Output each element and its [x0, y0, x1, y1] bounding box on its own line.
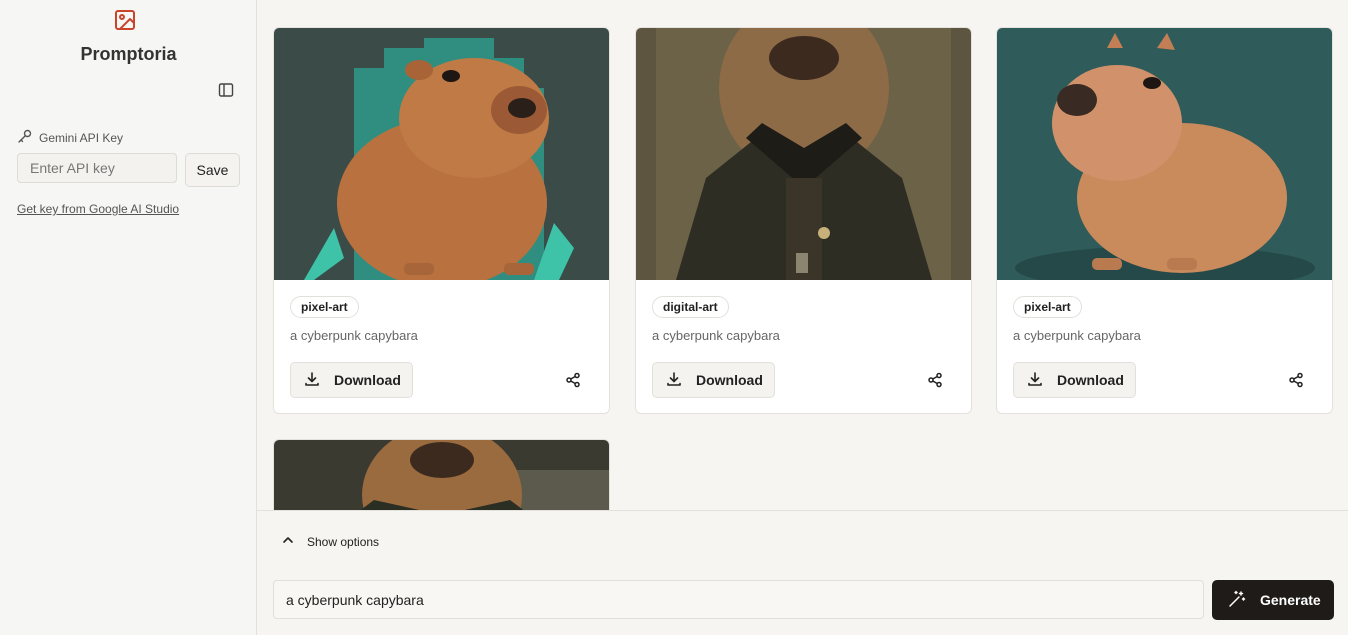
share-icon[interactable] — [563, 370, 583, 390]
generated-image[interactable] — [636, 28, 971, 280]
image-card — [273, 439, 610, 510]
download-button[interactable]: Download — [652, 362, 775, 398]
api-key-input[interactable] — [17, 153, 177, 183]
key-icon — [17, 128, 33, 147]
download-icon — [666, 371, 682, 390]
generate-button[interactable]: Generate — [1212, 580, 1334, 620]
card-prompt: a cyberpunk capybara — [1013, 328, 1141, 343]
api-key-label-text: Gemini API Key — [39, 130, 124, 145]
image-card: pixel-art a cyberpunk capybara Download — [273, 27, 610, 414]
style-tag: digital-art — [652, 296, 729, 318]
image-card: pixel-art a cyberpunk capybara Download — [996, 27, 1333, 414]
sidebar-toggle-icon[interactable] — [216, 80, 236, 100]
download-label: Download — [334, 372, 401, 388]
download-label: Download — [696, 372, 763, 388]
download-icon — [1027, 371, 1043, 390]
generate-label: Generate — [1260, 592, 1321, 608]
magic-wand-icon — [1228, 590, 1246, 611]
gallery: pixel-art a cyberpunk capybara Download — [257, 0, 1348, 510]
save-button[interactable]: Save — [185, 153, 240, 187]
style-tag: pixel-art — [290, 296, 359, 318]
image-logo-icon — [114, 9, 136, 31]
sidebar: Promptoria Gemini API Key Save Get key f… — [0, 0, 257, 635]
download-icon — [304, 371, 320, 390]
card-prompt: a cyberpunk capybara — [290, 328, 418, 343]
share-icon[interactable] — [1286, 370, 1306, 390]
generated-image[interactable] — [274, 440, 609, 510]
image-card: digital-art a cyberpunk capybara Downloa… — [635, 27, 972, 414]
show-options-toggle[interactable]: Show options — [281, 533, 379, 550]
chevron-up-icon — [281, 533, 295, 550]
style-tag: pixel-art — [1013, 296, 1082, 318]
generated-image[interactable] — [997, 28, 1332, 280]
show-options-label: Show options — [307, 534, 380, 549]
download-label: Download — [1057, 372, 1124, 388]
api-key-label: Gemini API Key — [17, 128, 123, 147]
download-button[interactable]: Download — [290, 362, 413, 398]
get-key-link[interactable]: Get key from Google AI Studio — [17, 202, 179, 216]
card-prompt: a cyberpunk capybara — [652, 328, 780, 343]
prompt-input[interactable] — [273, 580, 1204, 619]
share-icon[interactable] — [925, 370, 945, 390]
brand-title: Promptoria — [80, 44, 177, 64]
download-button[interactable]: Download — [1013, 362, 1136, 398]
prompt-bar: Show options Generate — [257, 510, 1348, 635]
generated-image[interactable] — [274, 28, 609, 280]
